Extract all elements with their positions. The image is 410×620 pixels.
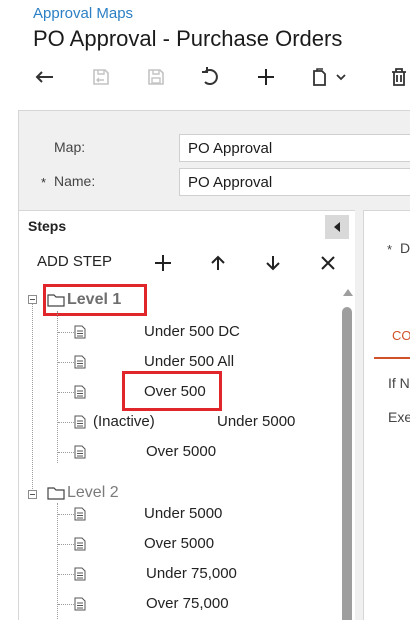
document-icon (74, 415, 86, 429)
required-marker: * (41, 175, 47, 190)
tree-leaf[interactable]: Under 75,000 (146, 565, 237, 582)
add-button[interactable] (251, 62, 281, 92)
tree-leaf[interactable]: Over 75,000 (146, 595, 229, 612)
undo-icon (35, 71, 53, 83)
refresh-icon (202, 67, 218, 85)
refresh-button[interactable] (196, 62, 226, 92)
caret-left-icon (334, 222, 340, 232)
save-close-button[interactable] (86, 62, 116, 92)
document-icon (74, 355, 86, 369)
map-field[interactable]: PO Approval (179, 134, 410, 162)
name-label: Name: (54, 173, 96, 189)
level-label: Level 2 (67, 484, 119, 501)
tree-scrollbar[interactable] (341, 281, 353, 620)
breadcrumb[interactable]: Approval Maps (33, 5, 133, 22)
move-down-button[interactable] (260, 250, 286, 276)
save-button[interactable] (141, 62, 171, 92)
execute-text: Exe (388, 409, 410, 425)
tree-leaf[interactable]: Under 5000 (144, 505, 222, 522)
tree-leaf[interactable]: Over 5000 (144, 535, 214, 552)
name-field[interactable]: PO Approval (179, 168, 410, 196)
delete-icon (392, 68, 406, 86)
document-icon (74, 597, 86, 611)
highlight-box (43, 284, 147, 316)
tree-leaf[interactable]: Under 5000 (217, 413, 295, 430)
move-up-button[interactable] (205, 250, 231, 276)
close-icon (321, 256, 335, 270)
highlight-box (122, 371, 222, 411)
add-icon (258, 69, 274, 85)
document-icon (74, 445, 86, 459)
collapse-toggle[interactable] (28, 295, 37, 304)
copy-paste-button[interactable] (305, 62, 355, 92)
page-title: PO Approval - Purchase Orders (33, 26, 343, 51)
map-label: Map: (54, 139, 86, 155)
document-icon (74, 325, 86, 339)
document-icon (74, 567, 86, 581)
step-details-panel: * D CO If N Exe (363, 210, 410, 620)
delete-row-button[interactable] (315, 250, 341, 276)
undo-button[interactable] (30, 62, 60, 92)
condition-text: If N (388, 375, 410, 391)
copy-paste-icon (313, 68, 346, 86)
steps-title: Steps (28, 218, 67, 234)
add-step-button[interactable]: ADD STEP (37, 253, 112, 270)
tree-leaf[interactable]: Under 500 DC (144, 323, 240, 340)
collapse-toggle[interactable] (28, 490, 37, 499)
tree-leaf[interactable]: Over 5000 (146, 443, 216, 460)
document-icon (74, 385, 86, 399)
active-tab-indicator (374, 357, 410, 359)
scroll-up-arrow-icon[interactable] (343, 289, 353, 296)
save-close-icon (93, 69, 109, 85)
arrow-down-icon (266, 256, 280, 271)
steps-toolbar: ADD STEP (19, 247, 355, 277)
tree-node-level-2[interactable]: Level 2 (67, 482, 119, 504)
collapse-panel-button[interactable] (325, 215, 349, 239)
arrow-up-icon (211, 255, 225, 270)
required-marker: * (387, 242, 393, 257)
plus-icon (155, 255, 171, 271)
tree-leaf[interactable]: Under 500 All (144, 353, 234, 370)
tab-conditions[interactable]: CO (392, 328, 410, 343)
inactive-tag: (Inactive) (93, 413, 155, 430)
document-icon (74, 537, 86, 551)
description-label: D (400, 240, 410, 256)
scroll-thumb[interactable] (342, 307, 352, 620)
save-icon (148, 69, 164, 85)
document-icon (74, 507, 86, 521)
add-row-button[interactable] (150, 250, 176, 276)
toolbar (0, 60, 410, 94)
steps-panel: Steps ADD STEP Level 1 Under 500 DC Unde… (19, 210, 355, 620)
delete-button[interactable] (384, 62, 410, 92)
steps-tree: Level 1 Under 500 DC Under 500 All Over … (19, 281, 343, 620)
folder-icon (47, 487, 65, 500)
